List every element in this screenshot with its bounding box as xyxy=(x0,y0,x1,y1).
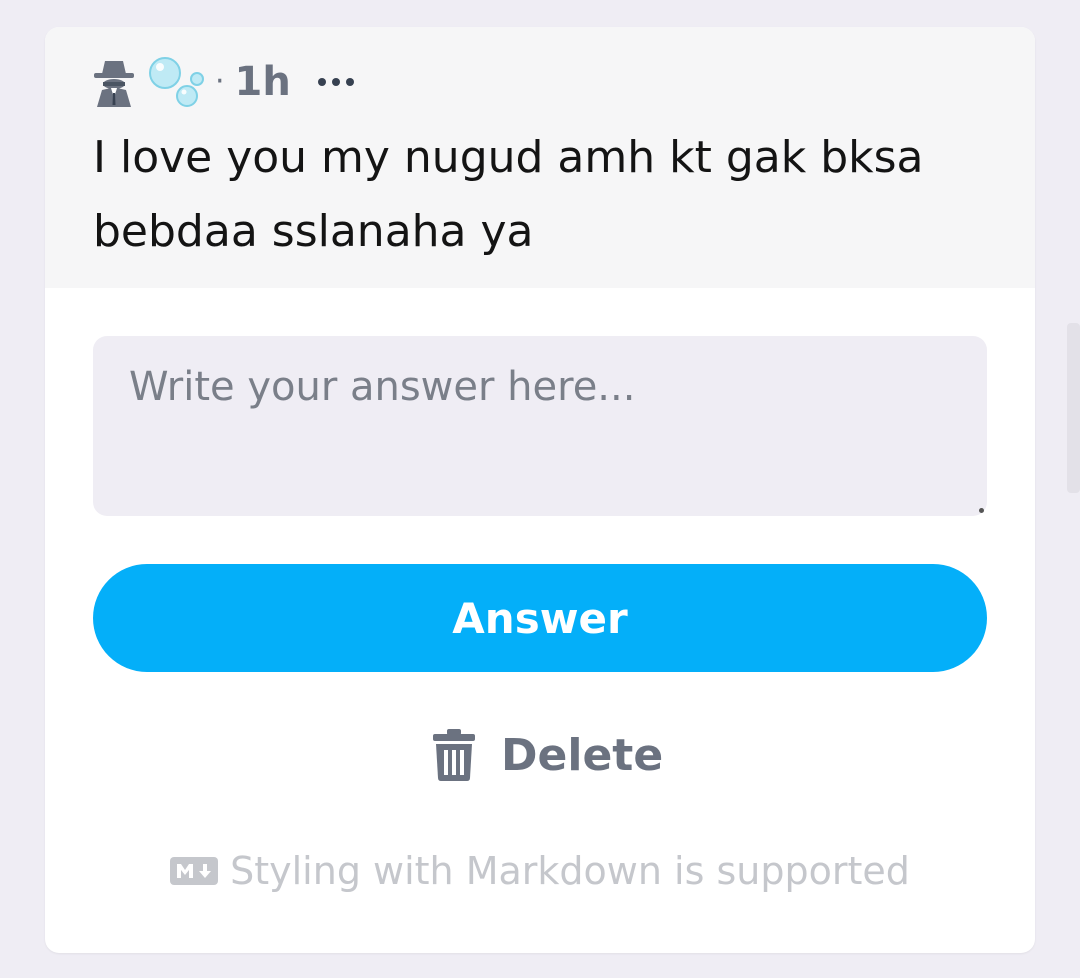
question-card: · 1h I love you my nugud amh kt gak bksa… xyxy=(45,27,1035,953)
markdown-icon xyxy=(170,857,219,885)
spy-icon xyxy=(94,61,134,107)
question-text: I love you my nugud amh kt gak bksa bebd… xyxy=(93,132,924,257)
markdown-hint-text: Styling with Markdown is supported xyxy=(230,849,910,893)
trash-icon xyxy=(433,729,475,781)
answer-button[interactable]: Answer xyxy=(93,564,987,672)
meta-separator: · xyxy=(215,64,225,99)
bubbles-icon xyxy=(149,57,204,107)
resize-handle[interactable] xyxy=(979,508,984,513)
more-icon[interactable] xyxy=(317,76,355,88)
question-meta: · 1h xyxy=(93,55,355,109)
answer-input[interactable] xyxy=(93,336,987,516)
delete-label: Delete xyxy=(501,729,664,781)
post-time: 1h xyxy=(234,59,291,105)
markdown-hint: Styling with Markdown is supported xyxy=(45,849,1035,893)
question-header: · 1h I love you my nugud amh kt gak bksa… xyxy=(45,27,1035,288)
scrollbar[interactable] xyxy=(1067,323,1080,493)
delete-button[interactable]: Delete xyxy=(433,722,663,788)
